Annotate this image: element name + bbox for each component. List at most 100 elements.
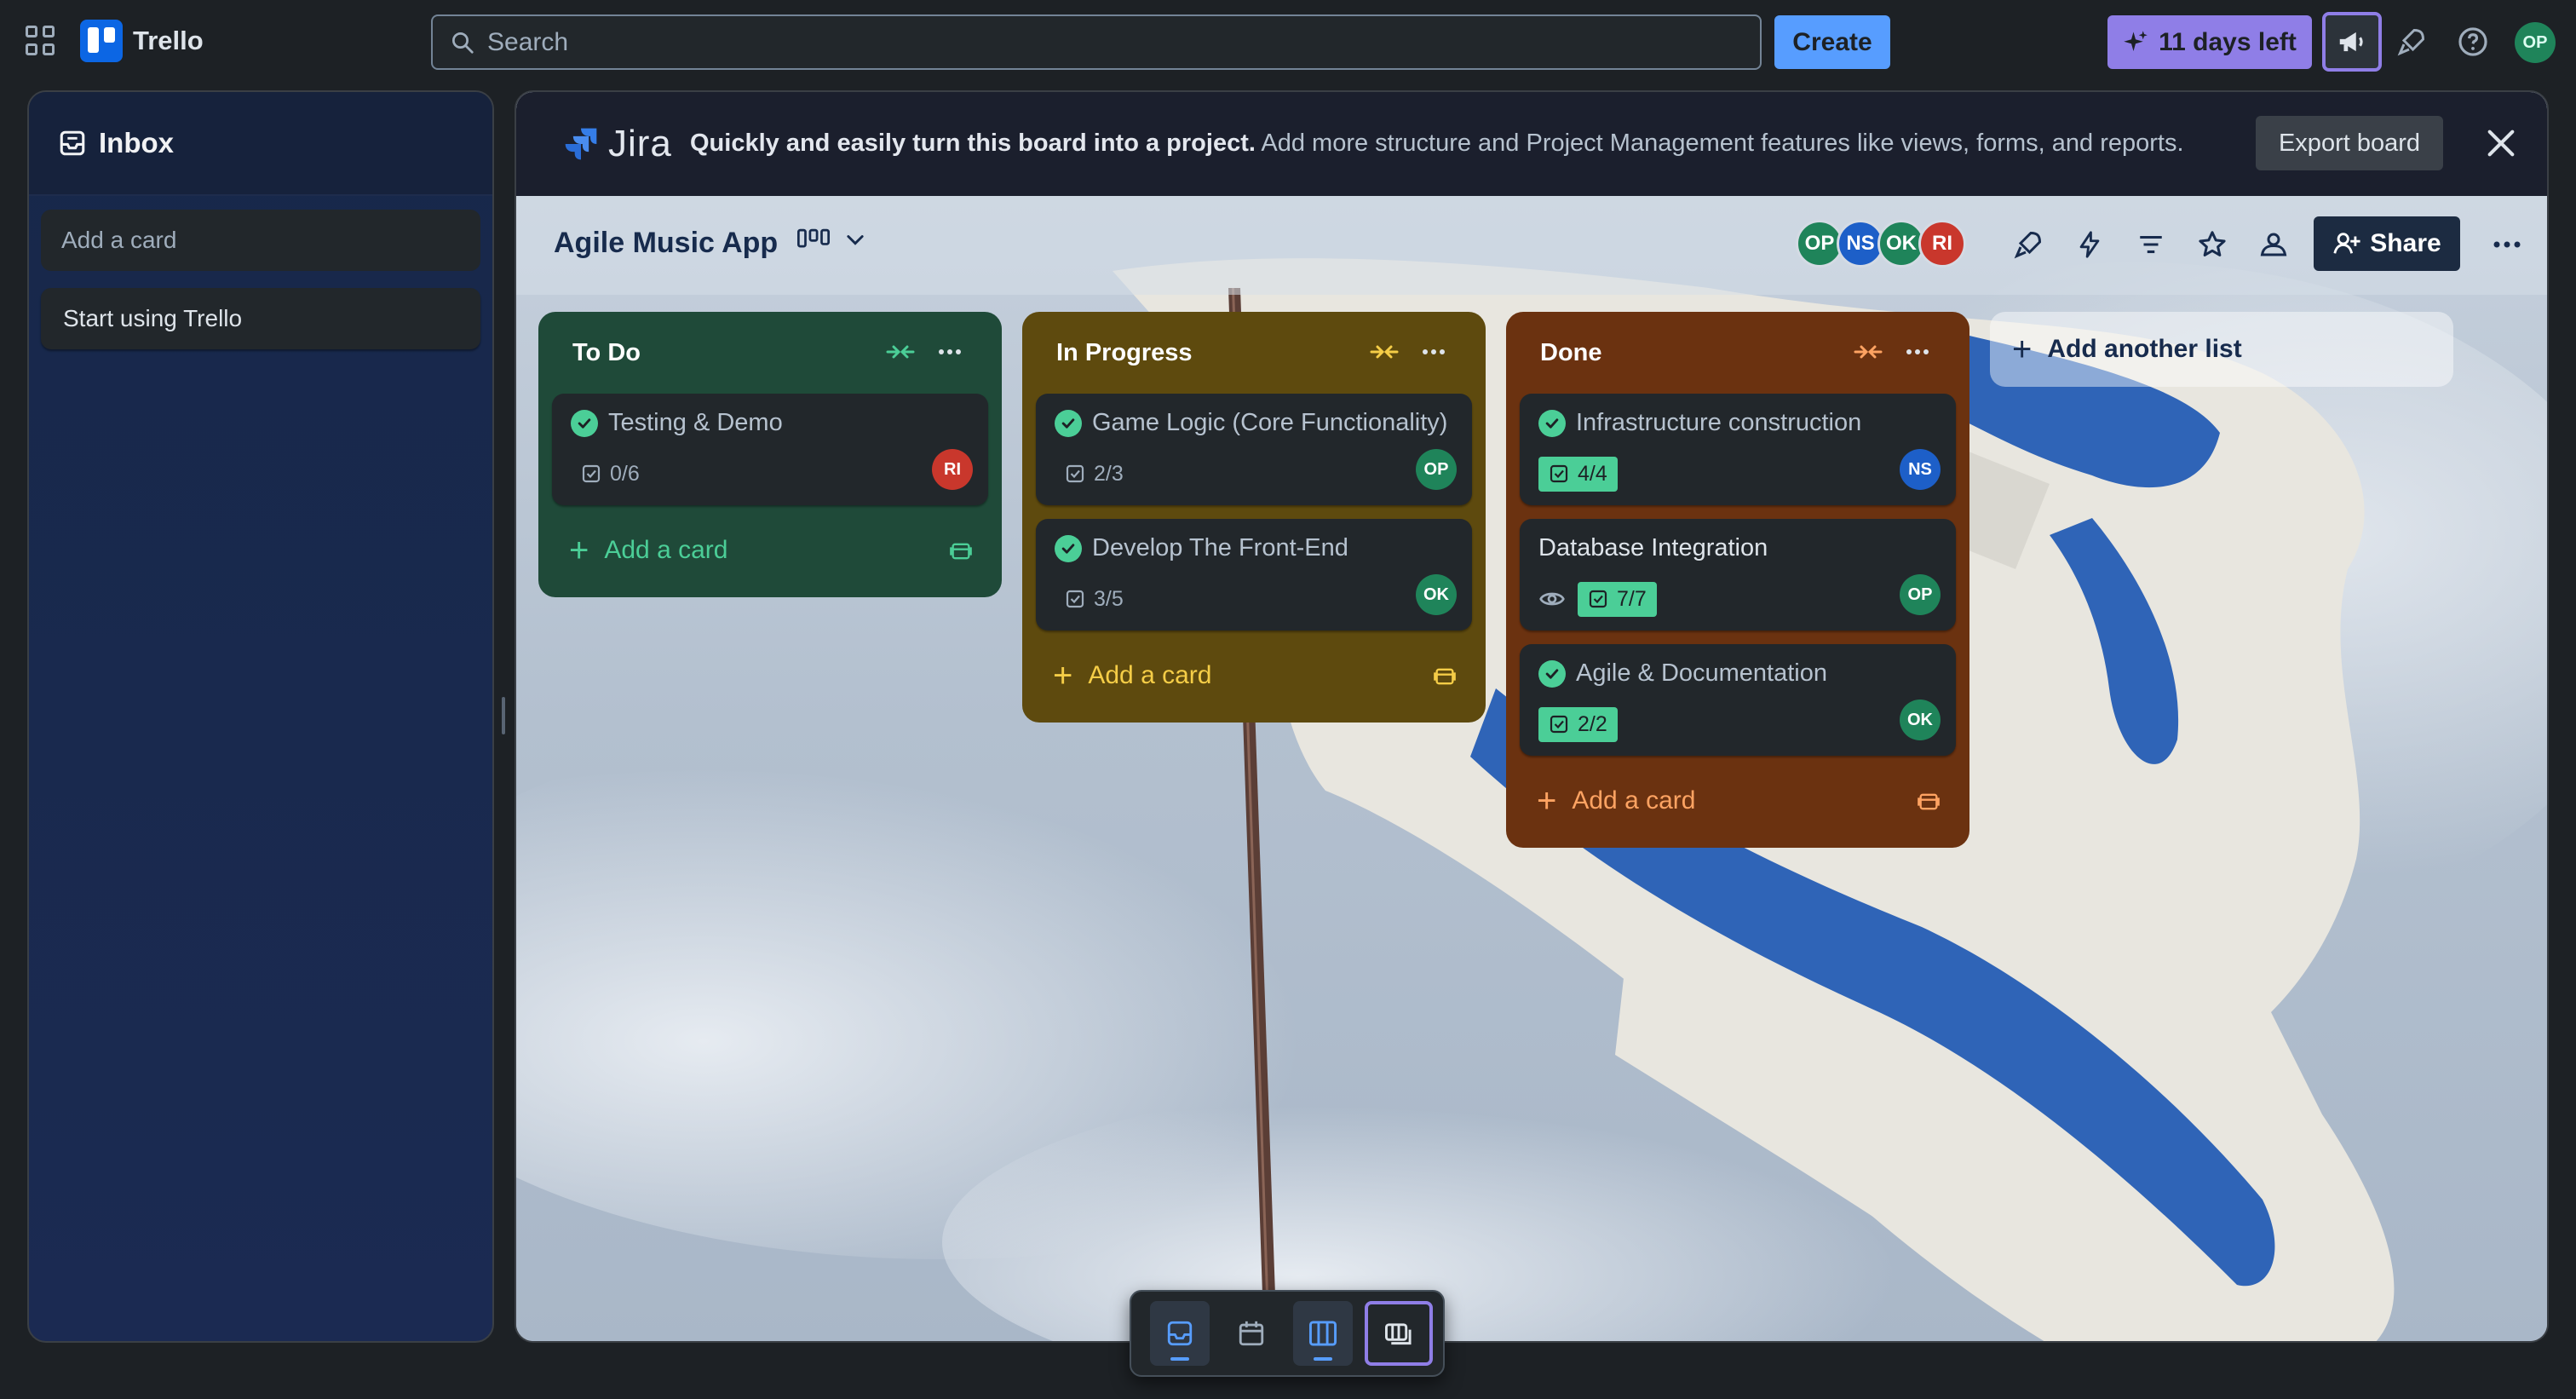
star-button[interactable] (2191, 223, 2234, 266)
view-switcher-bar (1130, 1290, 1445, 1377)
list-header[interactable]: In Progress (1036, 312, 1472, 394)
add-card-button[interactable]: + Add a card (552, 519, 988, 582)
list-to-do: To Do Testing & Demo 0/6 RI + Add a card (538, 312, 1002, 597)
automation-button[interactable] (2068, 223, 2111, 266)
card-title: Testing & Demo (608, 409, 783, 436)
card-title-row: Game Logic (Core Functionality) (1055, 409, 1457, 437)
card-member-avatar[interactable]: OK (1900, 700, 1941, 740)
board-title[interactable]: Agile Music App (554, 227, 778, 260)
sparkle-icon (2124, 30, 2148, 51)
power-ups-button[interactable] (2007, 223, 2050, 266)
list-title[interactable]: In Progress (1056, 339, 1193, 367)
help-icon (2458, 27, 2487, 56)
filter-icon (2140, 235, 2162, 254)
visibility-icon (2260, 233, 2287, 256)
more-icon (2493, 241, 2521, 248)
chevron-down-icon (847, 235, 864, 245)
template-icon[interactable] (949, 539, 973, 563)
close-icon[interactable] (2484, 126, 2518, 160)
member-avatar[interactable]: RI (1918, 220, 1966, 268)
board-header: Agile Music App OP NS OK RI Share (516, 196, 2547, 295)
notifications-button[interactable] (2392, 22, 2431, 61)
help-button[interactable] (2453, 22, 2493, 61)
complete-check-icon[interactable] (1055, 534, 1082, 562)
user-avatar[interactable]: OP (2515, 22, 2556, 63)
board-menu-button[interactable] (2486, 223, 2528, 266)
search-bar[interactable] (431, 14, 1762, 70)
complete-check-icon[interactable] (1538, 659, 1566, 688)
complete-check-icon[interactable] (1055, 409, 1082, 437)
board-members[interactable]: OP NS OK RI (1796, 220, 1966, 268)
trial-label: 11 days left (2159, 27, 2297, 56)
board-toggle-button[interactable] (1293, 1301, 1353, 1366)
collapse-icon[interactable] (1370, 339, 1399, 365)
checklist-badge: 3/5 (1055, 582, 1134, 617)
top-navigation: Trello Create 11 days left OP (0, 0, 2576, 85)
card-member-avatar[interactable]: NS (1900, 449, 1941, 490)
add-card-button[interactable]: + Add a card (1520, 769, 1956, 832)
add-card-label: Add a card (1572, 786, 1696, 815)
panel-resize-handle[interactable] (502, 697, 505, 734)
calendar-icon (1239, 1321, 1264, 1346)
search-input[interactable] (487, 27, 1680, 57)
checklist-icon (1550, 464, 1568, 483)
list-header[interactable]: To Do (552, 312, 988, 394)
trial-button[interactable]: 11 days left (2107, 15, 2312, 69)
card[interactable]: Game Logic (Core Functionality) 2/3 OP (1036, 394, 1472, 505)
card[interactable]: Develop The Front-End 3/5 OK (1036, 519, 1472, 630)
export-board-button[interactable]: Export board (2256, 116, 2443, 170)
inbox-card[interactable]: Start using Trello (41, 288, 480, 349)
app-name[interactable]: Trello (133, 26, 204, 56)
rocket-icon (2397, 28, 2425, 56)
plus-icon: + (1537, 782, 1557, 820)
card[interactable]: Testing & Demo 0/6 RI (552, 394, 988, 505)
card[interactable]: Agile & Documentation 2/2 OK (1520, 644, 1956, 756)
card-title: Game Logic (Core Functionality) (1092, 409, 1448, 436)
card-title-row: Database Integration (1538, 534, 1941, 562)
template-icon[interactable] (1433, 665, 1457, 688)
apps-grid-icon[interactable] (26, 26, 56, 56)
board-view-icon (1309, 1321, 1337, 1346)
card-member-avatar[interactable]: OK (1416, 574, 1457, 615)
list-header[interactable]: Done (1520, 312, 1956, 394)
planner-toggle-button[interactable] (1222, 1301, 1281, 1366)
collapse-icon[interactable] (886, 339, 915, 365)
collapse-icon[interactable] (1854, 339, 1883, 365)
inbox-toggle-button[interactable] (1150, 1301, 1210, 1366)
complete-check-icon[interactable] (571, 409, 598, 437)
inbox-add-card-input[interactable]: Add a card (41, 210, 480, 271)
create-button[interactable]: Create (1774, 15, 1890, 69)
card[interactable]: Database Integration 7/7 OP (1520, 519, 1956, 630)
board-view-switcher[interactable] (797, 227, 867, 252)
list-more-icon[interactable] (1905, 339, 1930, 365)
inbox-icon (1167, 1321, 1193, 1346)
visibility-button[interactable] (2252, 223, 2295, 266)
filter-button[interactable] (2130, 223, 2172, 266)
list-more-icon[interactable] (1421, 339, 1446, 365)
complete-check-icon[interactable] (1538, 409, 1566, 437)
card-badges: 7/7 (1538, 579, 1941, 619)
card-badges: 2/3 (1055, 454, 1457, 493)
card-title: Agile & Documentation (1576, 659, 1827, 687)
jira-brand: Jira (608, 123, 672, 164)
plus-icon: + (1053, 657, 1073, 694)
checklist-icon (1589, 590, 1607, 608)
card-member-avatar[interactable]: RI (932, 449, 973, 490)
share-button[interactable]: Share (2314, 216, 2460, 271)
switch-boards-button[interactable] (1365, 1301, 1433, 1366)
list-title[interactable]: Done (1540, 339, 1602, 367)
card-badges: 2/2 (1538, 705, 1941, 744)
inbox-icon (60, 130, 85, 156)
card[interactable]: Infrastructure construction 4/4 NS (1520, 394, 1956, 505)
card-member-avatar[interactable]: OP (1900, 574, 1941, 615)
add-another-list-button[interactable]: + Add another list (1990, 312, 2453, 387)
list-more-icon[interactable] (937, 339, 963, 365)
inbox-header: Inbox (29, 92, 492, 196)
card-member-avatar[interactable]: OP (1416, 449, 1457, 490)
add-card-button[interactable]: + Add a card (1036, 644, 1472, 707)
list-title[interactable]: To Do (572, 339, 641, 367)
megaphone-button[interactable] (2322, 12, 2382, 72)
trello-logo-icon[interactable] (80, 20, 123, 62)
template-icon[interactable] (1917, 790, 1941, 814)
add-user-icon (2333, 233, 2360, 254)
